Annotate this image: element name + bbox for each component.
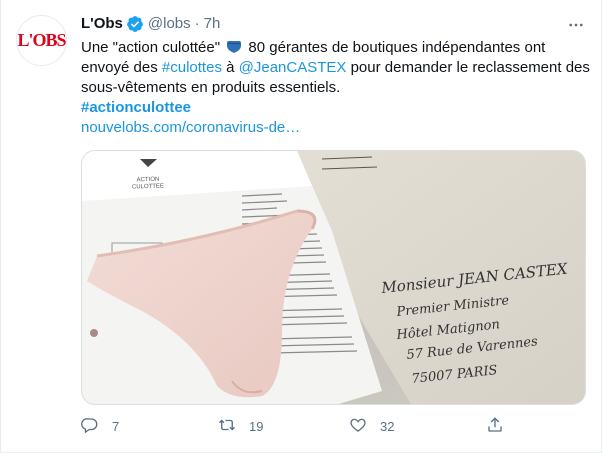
tweet-text-segment: Une "action culottée" — [81, 39, 221, 56]
tweet-photo[interactable]: ACTION CULOTTEE Monsieur JEAN CASTEX Pre… — [81, 150, 586, 405]
svg-text:ACTION: ACTION — [137, 177, 160, 184]
tweet-timestamp[interactable]: 7h — [204, 14, 221, 34]
like-button[interactable]: 32 — [349, 414, 394, 438]
tweet-card[interactable]: L'OBS L'Obs @lobs · 7h Une "action culot… — [0, 0, 602, 453]
reply-button[interactable]: 7 — [81, 414, 119, 438]
tweet-line-1: Une "action culottée" 80 gérantes de bou… — [81, 38, 596, 58]
tweet-line-3: sous-vêtements en produits essentiels. — [81, 79, 341, 96]
tweet-text-segment: à — [226, 59, 235, 76]
mention-link[interactable]: @JeanCASTEX — [239, 59, 347, 76]
tweet-header: L'Obs @lobs · 7h — [81, 14, 220, 34]
retweet-icon — [218, 416, 236, 437]
tweet-line-2: envoyé des #culottes à @JeanCASTEX pour … — [81, 58, 596, 78]
article-link[interactable]: nouvelobs.com/coronavirus-de… — [81, 118, 596, 138]
hashtag-culottes-link[interactable]: #culottes — [162, 59, 222, 76]
avatar-logo-text: L'OBS — [17, 30, 66, 50]
tweet-text-segment: pour demander le reclassement des — [350, 59, 590, 76]
separator-dot: · — [194, 15, 200, 32]
tweet-text-segment: envoyé des — [81, 59, 158, 76]
tweet-text-segment: 80 gérantes de boutiques indépendantes o… — [248, 39, 546, 56]
share-button[interactable] — [486, 414, 504, 438]
photo-illustration: ACTION CULOTTEE Monsieur JEAN CASTEX Pre… — [82, 151, 585, 404]
retweet-count: 19 — [249, 418, 264, 434]
retweet-button[interactable]: 19 — [218, 414, 263, 438]
reply-count: 7 — [112, 418, 120, 434]
author-name[interactable]: L'Obs — [81, 14, 123, 34]
reply-icon — [81, 416, 99, 437]
hashtag-actionculottee-link[interactable]: #actionculottee — [81, 98, 596, 118]
heart-icon — [349, 416, 367, 437]
tweet-text: Une "action culottée" 80 gérantes de bou… — [81, 38, 596, 138]
author-handle[interactable]: @lobs — [148, 14, 191, 34]
more-options-icon[interactable] — [565, 14, 587, 36]
tweet-actions: 7 19 32 — [81, 414, 521, 438]
svg-text:CULOTTEE: CULOTTEE — [132, 183, 164, 190]
verified-icon — [126, 15, 144, 33]
avatar[interactable]: L'OBS — [16, 15, 67, 66]
blue-heart-icon — [226, 39, 242, 53]
share-icon — [486, 416, 504, 437]
like-count: 32 — [380, 418, 395, 434]
